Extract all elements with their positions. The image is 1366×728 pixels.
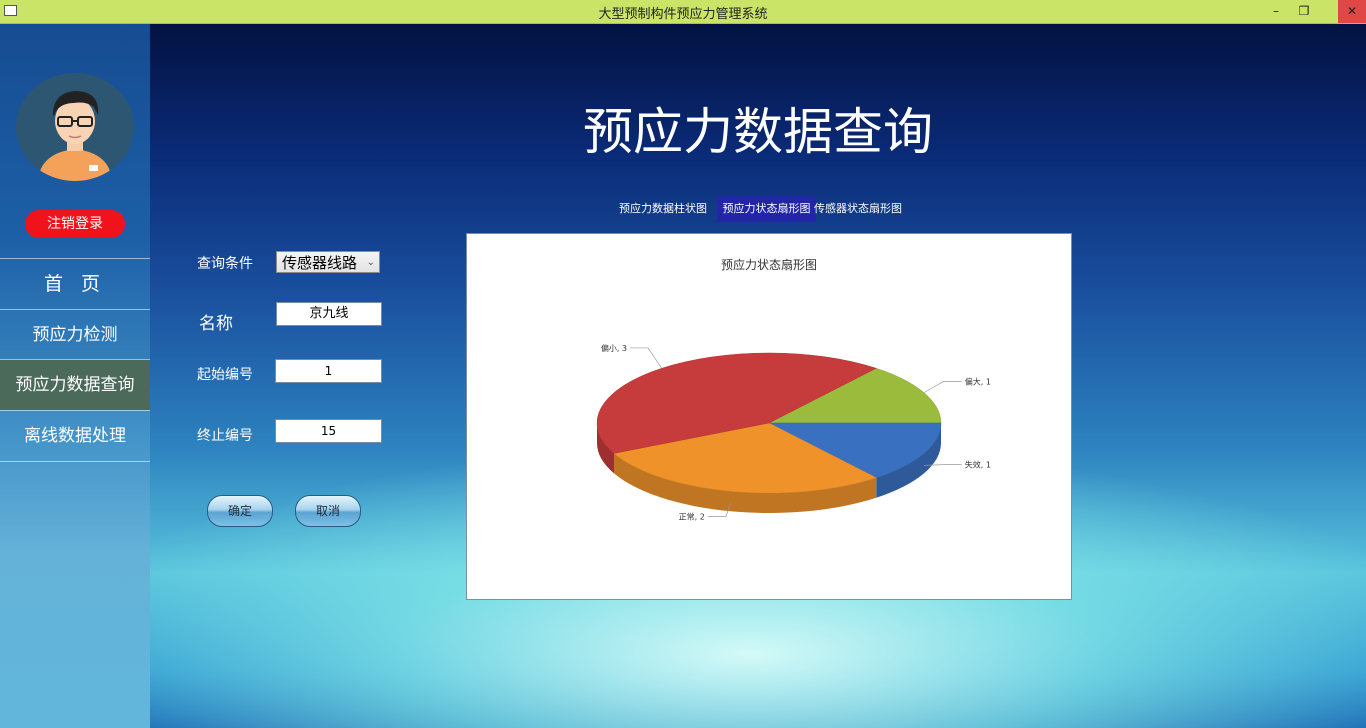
close-button[interactable]: ✕: [1338, 0, 1366, 23]
maximize-button[interactable]: ❐: [1290, 0, 1318, 23]
pie-label-0: 偏大, 1: [965, 376, 991, 386]
user-avatar: [16, 73, 134, 181]
pie-label-2: 正常, 2: [679, 513, 705, 522]
end-number-label: 终止编号: [197, 428, 253, 444]
chart-panel: 预应力状态扇形图 偏大, 1 失效, 1 正常, 2 偏小, 3: [466, 233, 1072, 600]
nav-item-home[interactable]: 首 页: [0, 258, 150, 309]
nav-item-prestress-query[interactable]: 预应力数据查询: [0, 359, 150, 410]
pie-leader-line-0: [923, 380, 962, 393]
minimize-button[interactable]: –: [1262, 0, 1290, 23]
main-content: 预应力数据查询 预应力数据柱状图 预应力状态扇形图 传感器状态扇形图 查询条件 …: [150, 24, 1366, 728]
pie-label-3: 偏小, 3: [601, 343, 627, 353]
condition-label: 查询条件: [197, 256, 253, 272]
nav-item-prestress-detection[interactable]: 预应力检测: [0, 309, 150, 360]
title-bar: 大型预制构件预应力管理系统 – ❐ ✕: [0, 0, 1366, 24]
name-input[interactable]: 京九线: [276, 302, 382, 326]
cancel-button[interactable]: 取消: [295, 495, 361, 527]
pie-chart: 偏大, 1 失效, 1 正常, 2 偏小, 3: [596, 343, 991, 522]
tab-sensor-pie[interactable]: 传感器状态扇形图: [814, 196, 902, 222]
condition-select[interactable]: 传感器线路 ⌄: [276, 251, 380, 273]
pie-label-1: 失效, 1: [965, 460, 991, 470]
end-number-input[interactable]: 15: [275, 419, 382, 443]
page-title: 预应力数据查询: [583, 103, 933, 161]
window-title: 大型预制构件预应力管理系统: [598, 7, 768, 22]
tab-bar-chart[interactable]: 预应力数据柱状图: [616, 196, 710, 222]
chevron-down-icon: ⌄: [366, 257, 375, 268]
start-number-input[interactable]: 1: [275, 359, 382, 383]
pie-leader-line-3: [630, 347, 663, 369]
tab-state-pie[interactable]: 预应力状态扇形图: [717, 196, 816, 222]
confirm-button[interactable]: 确定: [207, 495, 273, 527]
start-number-label: 起始编号: [197, 367, 253, 383]
name-label: 名称: [199, 314, 233, 334]
nav-item-offline-processing[interactable]: 离线数据处理: [0, 410, 150, 462]
logout-button[interactable]: 注销登录: [25, 210, 125, 238]
condition-select-value: 传感器线路: [282, 254, 358, 272]
sidebar: 注销登录 首 页 预应力检测 预应力数据查询 离线数据处理: [0, 24, 150, 728]
